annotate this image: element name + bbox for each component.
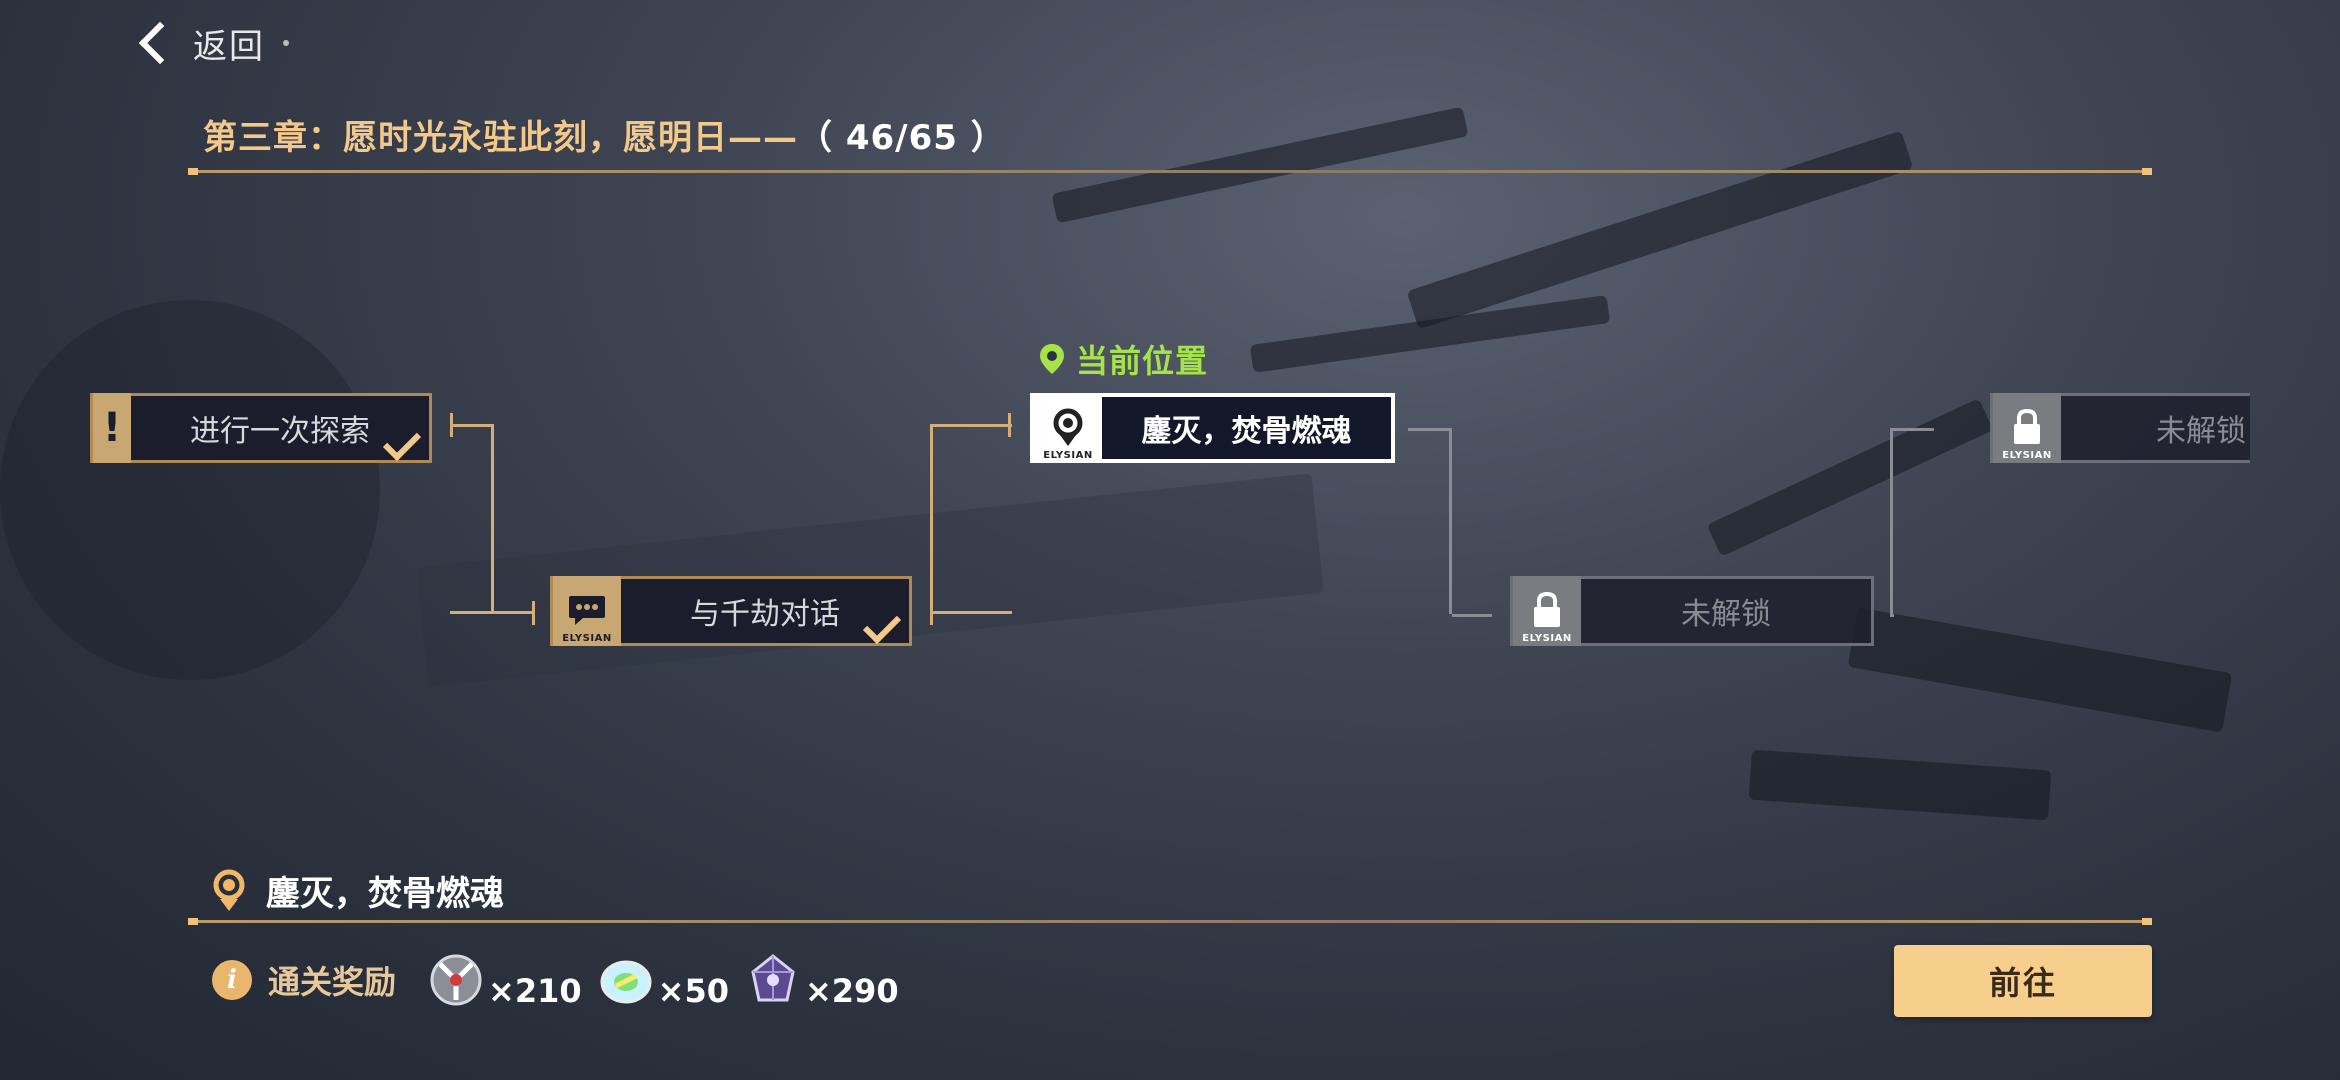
quest-label: 鏖灭，焚骨燃魂 (1141, 414, 1352, 449)
chat-bubble-icon (569, 596, 605, 625)
reward-item[interactable]: ×210 (426, 950, 582, 1010)
quest-icon-box: ELYSIAN (1034, 393, 1102, 463)
quest-label: 未解锁 (2156, 414, 2246, 449)
background-art (0, 0, 2340, 1080)
current-location-label: 当前位置 (1076, 342, 1209, 380)
quest-icon-box: ELYSIAN (1993, 393, 2061, 463)
reward-amount: ×210 (488, 972, 582, 1010)
current-location-marker: 当前位置 (1040, 336, 1208, 382)
rewards-row: i 通关奖励 ×210 ×50 ×290 (212, 950, 913, 1010)
lock-icon (1534, 591, 1560, 627)
connector-cap (930, 601, 933, 625)
chapter-title-text: 第三章：愿时光永驻此刻，愿明日—— (203, 118, 798, 158)
stage-name: 鏖灭，焚骨燃魂 (266, 874, 504, 914)
back-label: 返回 (193, 26, 265, 67)
elysian-badge: ELYSIAN (2002, 450, 2052, 461)
reward-amount: ×50 (657, 972, 729, 1010)
location-pin-icon (1053, 408, 1083, 446)
map-pin-icon (1040, 344, 1064, 374)
quest-icon-box: ELYSIAN (1513, 576, 1581, 646)
elysian-badge: ELYSIAN (1043, 450, 1093, 461)
stage-title: 鏖灭，焚骨燃魂 (212, 866, 504, 915)
connector-2-3 (930, 424, 1012, 614)
quest-node-current[interactable]: ELYSIAN 鏖灭，焚骨燃魂 (1030, 393, 1395, 463)
elysian-badge: ELYSIAN (562, 633, 612, 644)
back-arrow-icon (138, 21, 182, 65)
reward-item[interactable]: ×50 (596, 950, 729, 1010)
connector-1-2 (450, 424, 494, 614)
back-button[interactable]: 返回 (135, 18, 289, 68)
purple-gem-icon (751, 954, 795, 1002)
quest-label: 未解锁 (1681, 597, 1771, 632)
connector-segment (1452, 614, 1492, 617)
quest-icon-box: ! (93, 393, 131, 463)
go-button[interactable]: 前往 (1894, 945, 2152, 1017)
quest-node-locked[interactable]: ELYSIAN 未解锁 (1990, 393, 2250, 463)
quest-node-explore[interactable]: ! 进行一次探索 (90, 393, 432, 463)
connector-segment (492, 611, 534, 614)
info-icon[interactable]: i (212, 960, 252, 1000)
chapter-title: 第三章：愿时光永驻此刻，愿明日——（ 46/65 ） (203, 110, 1006, 159)
crystal-disc-icon (600, 960, 652, 1004)
top-divider (188, 168, 2152, 175)
lock-icon (2014, 408, 2040, 444)
reward-item[interactable]: ×290 (743, 950, 899, 1010)
connector-3-4 (1408, 428, 1452, 614)
bottom-divider (188, 918, 2152, 925)
quest-node-talk[interactable]: ELYSIAN 与千劫对话 (550, 576, 912, 646)
valkyrie-emblem-icon (430, 954, 482, 1006)
rewards-label: 通关奖励 (268, 963, 397, 1001)
location-pin-icon (213, 869, 245, 911)
connector-segment (1892, 614, 1894, 617)
dot-decoration (283, 40, 289, 46)
connector-cap (450, 413, 453, 437)
elysian-badge: ELYSIAN (1522, 633, 1572, 644)
reward-amount: ×290 (804, 972, 899, 1010)
quest-label: 进行一次探索 (190, 414, 370, 449)
exclamation-icon: ! (102, 405, 122, 451)
connector-4-5 (1890, 428, 1934, 614)
quest-node-locked[interactable]: ELYSIAN 未解锁 (1510, 576, 1874, 646)
quest-icon-box: ELYSIAN (553, 576, 621, 646)
chapter-progress: （ 46/65 ） (798, 118, 1006, 158)
connector-cap (1008, 413, 1011, 437)
